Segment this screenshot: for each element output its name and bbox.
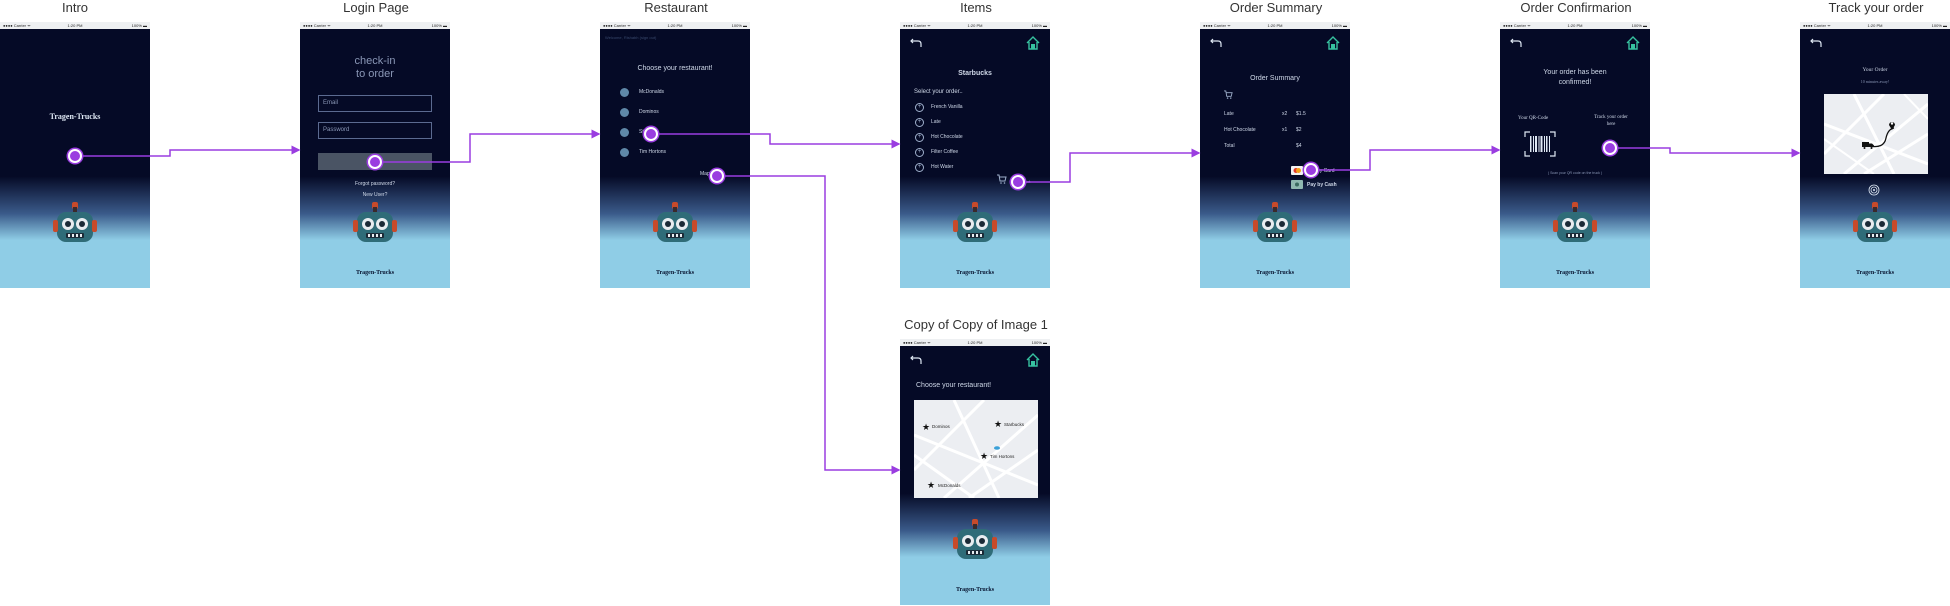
connector-intro-to-login [75, 145, 301, 157]
connector-restaurant-to-items [651, 133, 901, 149]
hotspot-items-cart[interactable] [1011, 175, 1025, 189]
flow-connectors [75, 129, 1801, 475]
hotspot-intro[interactable] [68, 149, 82, 163]
hotspot-restaurant-starbucks[interactable] [644, 127, 658, 141]
hotspot-summary-card[interactable] [1304, 163, 1318, 177]
hotspot-login-submit[interactable] [368, 155, 382, 169]
connector-summary-to-confirmation [1311, 145, 1501, 171]
hotspot-confirmation-track[interactable] [1603, 141, 1617, 155]
hotspot-restaurant-map[interactable] [710, 169, 724, 183]
connector-login-to-restaurant [375, 129, 601, 163]
connector-items-to-summary [1018, 148, 1201, 183]
connector-confirmation-to-track [1610, 147, 1801, 158]
connector-restaurant-to-map [717, 175, 901, 475]
